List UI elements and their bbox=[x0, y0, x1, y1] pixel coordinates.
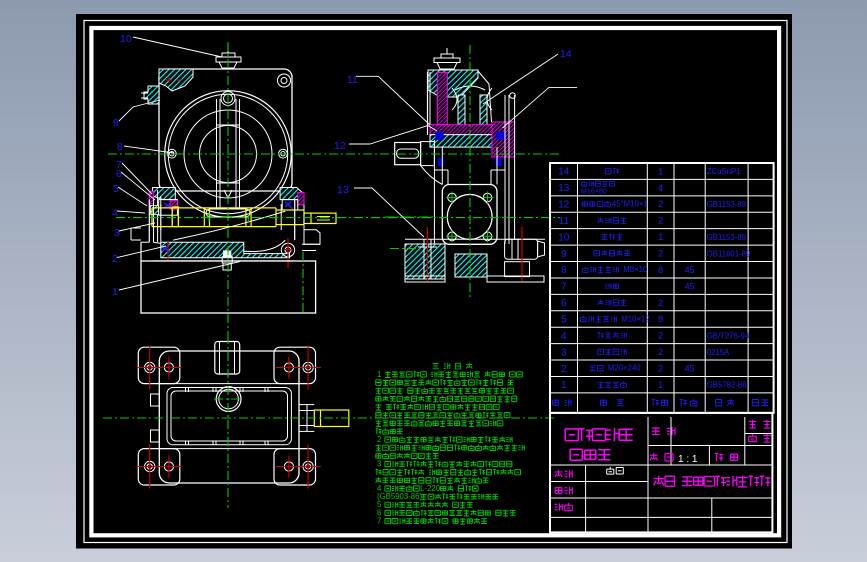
svg-text:7: 7 bbox=[561, 282, 567, 293]
svg-text:2: 2 bbox=[658, 249, 663, 259]
svg-text:8: 8 bbox=[658, 265, 663, 275]
svg-text:12: 12 bbox=[334, 140, 346, 152]
svg-text:6: 6 bbox=[561, 298, 567, 309]
svg-text:L-220: L-220 bbox=[420, 484, 441, 493]
svg-text:1: 1 bbox=[658, 166, 663, 176]
svg-text:6: 6 bbox=[116, 168, 122, 180]
svg-text:2: 2 bbox=[377, 435, 381, 444]
svg-text:1: 1 bbox=[658, 232, 663, 242]
svg-text:2: 2 bbox=[658, 347, 663, 357]
svg-text:2: 2 bbox=[658, 363, 663, 373]
svg-text:4: 4 bbox=[561, 331, 567, 342]
svg-text:8: 8 bbox=[658, 314, 663, 324]
svg-text:11: 11 bbox=[347, 74, 358, 86]
svg-text:3: 3 bbox=[377, 460, 381, 469]
svg-text:4: 4 bbox=[112, 207, 118, 219]
svg-text:ZCuSnP1: ZCuSnP1 bbox=[707, 167, 741, 176]
svg-text:3: 3 bbox=[561, 347, 567, 358]
svg-text:2: 2 bbox=[658, 298, 663, 308]
svg-text:1: 1 bbox=[561, 380, 567, 391]
svg-text:M10×12: M10×12 bbox=[621, 314, 649, 323]
svg-text:12: 12 bbox=[558, 200, 570, 211]
svg-text:4: 4 bbox=[658, 183, 663, 193]
svg-text:13: 13 bbox=[337, 184, 349, 196]
svg-text:11: 11 bbox=[559, 216, 570, 227]
svg-text:5: 5 bbox=[113, 183, 119, 195]
svg-text:2: 2 bbox=[658, 331, 663, 341]
svg-text:45: 45 bbox=[685, 363, 695, 373]
svg-text:M20×240: M20×240 bbox=[608, 364, 641, 373]
svg-text:13: 13 bbox=[558, 183, 570, 194]
svg-text:M8×10: M8×10 bbox=[623, 265, 648, 274]
svg-text:5: 5 bbox=[561, 315, 567, 326]
svg-text:8: 8 bbox=[561, 265, 567, 276]
svg-text:2: 2 bbox=[561, 364, 567, 375]
svg-text:45°M10×1: 45°M10×1 bbox=[612, 200, 648, 209]
svg-text:GB/T276-94: GB/T276-94 bbox=[707, 331, 750, 340]
svg-text:(GB5903-86): (GB5903-86) bbox=[377, 492, 422, 501]
svg-text:1 : 1: 1 : 1 bbox=[678, 454, 698, 465]
svg-text:2: 2 bbox=[658, 199, 663, 209]
svg-text:45: 45 bbox=[685, 281, 695, 291]
svg-text:10: 10 bbox=[120, 33, 132, 45]
svg-text:7: 7 bbox=[377, 517, 381, 526]
svg-text:2: 2 bbox=[658, 216, 663, 226]
svg-text:9: 9 bbox=[113, 117, 119, 129]
svg-text:GB5782-86: GB5782-86 bbox=[707, 381, 747, 390]
svg-text:3: 3 bbox=[114, 227, 120, 239]
svg-text:GB11601-89: GB11601-89 bbox=[707, 249, 751, 258]
svg-text:14: 14 bbox=[560, 48, 572, 60]
svg-text:9: 9 bbox=[561, 249, 567, 260]
svg-text:2: 2 bbox=[112, 253, 118, 265]
svg-text:0215A: 0215A bbox=[707, 348, 730, 357]
svg-text:10: 10 bbox=[558, 232, 570, 243]
svg-text:GB1153-89: GB1153-89 bbox=[707, 233, 746, 242]
svg-text:M16×80: M16×80 bbox=[581, 187, 607, 195]
svg-text:45: 45 bbox=[685, 265, 695, 275]
svg-text:1: 1 bbox=[112, 286, 118, 298]
svg-text:1: 1 bbox=[658, 380, 663, 390]
svg-text:1: 1 bbox=[377, 370, 381, 379]
svg-text:14: 14 bbox=[558, 167, 570, 178]
svg-text:GB1153-89: GB1153-89 bbox=[707, 200, 746, 209]
svg-text:8: 8 bbox=[117, 141, 123, 153]
